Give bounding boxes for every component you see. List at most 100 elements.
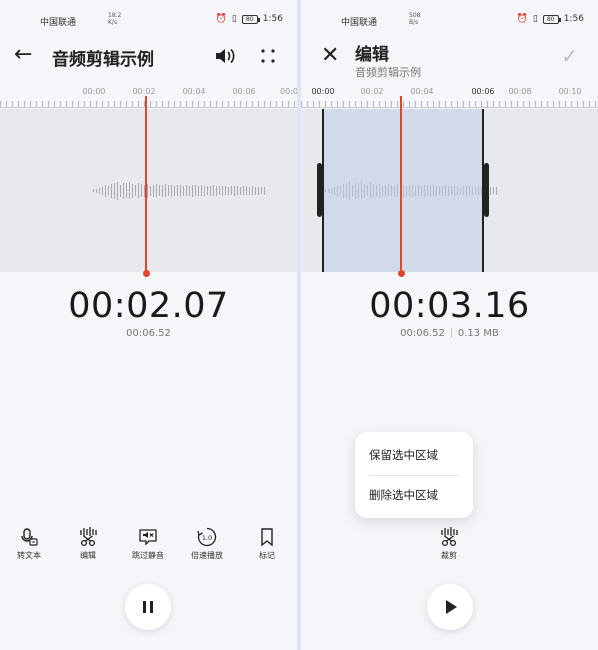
network-speed: 508 B/s [409, 12, 421, 26]
waveform-bar [132, 183, 133, 198]
back-arrow-icon[interactable]: ← [14, 44, 38, 68]
transcribe-button[interactable]: 转文本 [3, 527, 55, 561]
waveform-bar [243, 186, 244, 195]
waveform-bar [105, 184, 106, 197]
speaker-icon[interactable] [213, 46, 237, 66]
close-icon[interactable]: ✕ [321, 45, 339, 67]
waveform-bar [162, 184, 163, 197]
waveform-bar [153, 184, 154, 197]
carrier-name: 中国联通 [40, 18, 77, 28]
file-size: 0.13 MB [457, 328, 499, 339]
battery-icon: 80 [542, 14, 561, 24]
waveform-bar [240, 186, 241, 195]
waveform-bar [129, 182, 130, 199]
bottom-toolbar: 裁剪 [301, 527, 598, 567]
waveform-bar [222, 185, 223, 196]
waveform-bar [156, 184, 157, 197]
recording-title: 音频剪辑示例 [52, 50, 154, 70]
confirm-check-icon[interactable]: ✓ [561, 44, 578, 68]
waveform-bar [165, 184, 166, 197]
playback-speed-icon: 1.0 [197, 527, 217, 547]
playhead[interactable] [400, 96, 402, 273]
waveform-bar [168, 185, 169, 196]
waveform-bar [204, 185, 205, 196]
ruler-label: 00:04 [410, 87, 434, 96]
delete-selection-option[interactable]: 删除选中区域 [369, 487, 438, 503]
edit-subtitle: 音频剪辑示例 [355, 66, 421, 79]
waveform-bar [126, 183, 127, 198]
app-bar: ← 音频剪辑示例 [0, 38, 297, 78]
waveform-bar [493, 187, 494, 194]
play-button[interactable] [427, 584, 473, 630]
waveform-bar [249, 186, 250, 195]
edit-button[interactable]: 编辑 [62, 527, 114, 561]
tool-label: 裁剪 [441, 551, 457, 560]
waveform-bar [120, 184, 121, 197]
playhead-handle[interactable] [397, 270, 405, 277]
trim-icon [441, 527, 458, 547]
waveform-bar [174, 185, 175, 196]
waveform-bar [138, 183, 139, 198]
ruler-label: 00:08 [508, 87, 532, 96]
playhead[interactable] [145, 96, 147, 273]
duration-info: 00:06.52 0.13 MB [301, 328, 598, 339]
alarm-icon: ⏰ [516, 14, 528, 24]
waveform-bar [195, 185, 196, 196]
waveform-bar [111, 183, 112, 198]
waveform-bar [159, 185, 160, 196]
skip-silence-button[interactable]: 跳过静音 [122, 527, 174, 561]
status-time: 1:56 [262, 14, 283, 24]
ruler-label: 00:00 [311, 87, 335, 96]
waveform-bar [264, 186, 265, 195]
ruler-label: 00:00 [82, 87, 106, 96]
waveform-bar [177, 185, 178, 196]
waveform-bar [261, 187, 262, 194]
ruler-label: 00:10 [558, 87, 582, 96]
waveform-bar [252, 186, 253, 195]
pause-button[interactable] [125, 584, 171, 630]
tool-label: 标记 [259, 551, 275, 560]
waveform-bar [210, 185, 211, 196]
selection-start-handle[interactable] [317, 163, 322, 217]
fullscreen-icon[interactable] [258, 46, 278, 66]
total-duration: 00:06.52 [126, 328, 171, 339]
waveform-bar [213, 185, 214, 196]
waveform-bar [114, 182, 115, 199]
total-duration: 00:06.52 [400, 328, 445, 339]
waveform-bar [135, 185, 136, 196]
waveform-bar [147, 183, 148, 198]
waveform-bar [192, 184, 193, 197]
vibrate-icon: ▯ [532, 14, 538, 24]
playhead-handle[interactable] [142, 270, 150, 277]
waveform-bar [228, 186, 229, 195]
waveform-area[interactable] [0, 109, 297, 272]
play-icon [446, 600, 457, 614]
pause-icon [143, 601, 153, 613]
waveform-bar [198, 185, 199, 196]
waveform-bar [96, 188, 97, 193]
selection-region[interactable] [322, 109, 484, 272]
time-ruler: 00:00 00:02 00:04 00:06 00:08 00:10 [301, 82, 598, 108]
trim-button[interactable]: 裁剪 [423, 527, 475, 561]
ruler-label: 00:0 [280, 87, 297, 96]
keep-selection-option[interactable]: 保留选中区域 [369, 447, 438, 463]
waveform-bar [231, 186, 232, 195]
waveform-bar [234, 185, 235, 196]
ruler-label: 00:04 [182, 87, 206, 96]
selection-end-handle[interactable] [484, 163, 489, 217]
edit-title: 编辑 [355, 45, 389, 65]
waveform-bar [207, 186, 208, 195]
trim-options-menu: 保留选中区域 删除选中区域 [355, 432, 473, 518]
edit-screen: 中国联通 508 B/s ⏰ ▯ 80 1:56 ✕ 编辑 音频剪辑示例 ✓ 0… [301, 0, 598, 650]
carrier-name: 中国联通 [341, 18, 378, 28]
alarm-icon: ⏰ [215, 14, 227, 24]
waveform-bar [150, 185, 151, 196]
waveform-bar [216, 185, 217, 196]
bookmark-button[interactable]: 标记 [241, 527, 293, 561]
bookmark-icon [261, 528, 273, 547]
transcribe-icon [21, 528, 38, 546]
tool-label: 转文本 [17, 551, 41, 560]
bottom-toolbar: 转文本 编辑 跳过静音 1.0 倍速播放 标记 [0, 527, 297, 567]
ruler-label: 00:06 [232, 87, 256, 96]
playback-speed-button[interactable]: 1.0 倍速播放 [181, 527, 233, 561]
